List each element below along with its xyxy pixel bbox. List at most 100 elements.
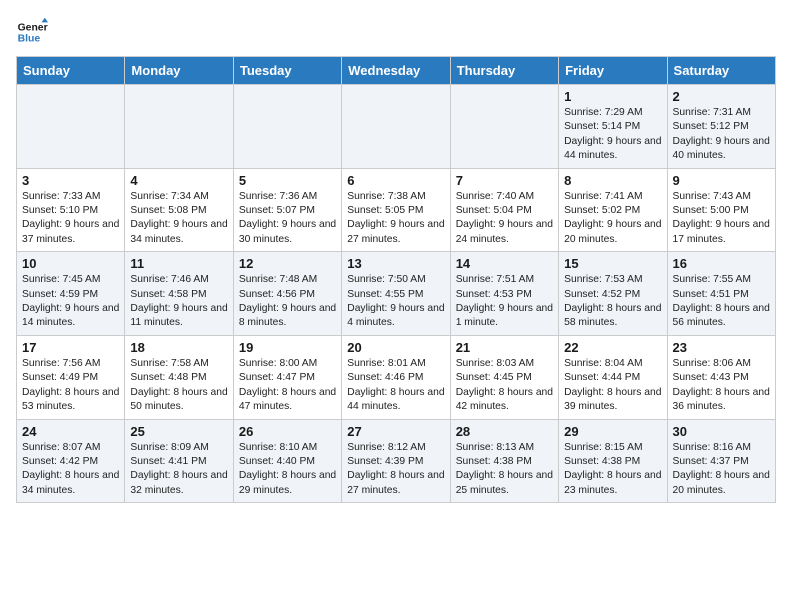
weekday-header: Wednesday	[342, 57, 450, 85]
day-number: 25	[130, 424, 227, 439]
day-number: 18	[130, 340, 227, 355]
calendar-day-cell: 8 Sunrise: 7:41 AM Sunset: 5:02 PM Daylig…	[559, 168, 667, 252]
day-number: 4	[130, 173, 227, 188]
day-info: Sunrise: 7:41 AM Sunset: 5:02 PM Dayligh…	[564, 190, 661, 248]
day-info: Sunrise: 8:09 AM Sunset: 4:41 PM Dayligh…	[130, 441, 227, 499]
calendar-day-cell: 3Sunrise: 7:33 AM Sunset: 5:10 PM Daylig…	[17, 168, 125, 252]
day-info: Sunrise: 7:31 AM Sunset: 5:12 PM Dayligh…	[673, 106, 770, 164]
calendar-week-row: 1 Sunrise: 7:29 AM Sunset: 5:14 PM Daylig…	[17, 85, 776, 169]
day-info: Sunrise: 8:06 AM Sunset: 4:43 PM Dayligh…	[673, 357, 770, 415]
day-number: 13	[347, 256, 444, 271]
day-info: Sunrise: 8:13 AM Sunset: 4:38 PM Dayligh…	[456, 441, 553, 499]
page-header: General Blue	[16, 16, 776, 48]
day-info: Sunrise: 8:04 AM Sunset: 4:44 PM Dayligh…	[564, 357, 661, 415]
day-number: 28	[456, 424, 553, 439]
calendar-day-cell: 28 Sunrise: 8:13 AM Sunset: 4:38 PM Dayli…	[450, 419, 558, 503]
logo-icon: General Blue	[16, 16, 48, 48]
day-info: Sunrise: 7:58 AM Sunset: 4:48 PM Dayligh…	[130, 357, 227, 415]
day-info: Sunrise: 7:43 AM Sunset: 5:00 PM Dayligh…	[673, 190, 770, 248]
calendar-day-cell: 30 Sunrise: 8:16 AM Sunset: 4:37 PM Dayli…	[667, 419, 775, 503]
day-number: 15	[564, 256, 661, 271]
day-number: 6	[347, 173, 444, 188]
day-number: 27	[347, 424, 444, 439]
day-number: 21	[456, 340, 553, 355]
weekday-header: Thursday	[450, 57, 558, 85]
day-number: 2	[673, 89, 770, 104]
calendar-day-cell: 21 Sunrise: 8:03 AM Sunset: 4:45 PM Dayli…	[450, 335, 558, 419]
day-info: Sunrise: 7:29 AM Sunset: 5:14 PM Dayligh…	[564, 106, 661, 164]
weekday-header: Friday	[559, 57, 667, 85]
calendar-day-cell: 5 Sunrise: 7:36 AM Sunset: 5:07 PM Daylig…	[233, 168, 341, 252]
day-number: 30	[673, 424, 770, 439]
calendar-day-cell: 20 Sunrise: 8:01 AM Sunset: 4:46 PM Dayli…	[342, 335, 450, 419]
day-number: 22	[564, 340, 661, 355]
calendar-day-cell: 2 Sunrise: 7:31 AM Sunset: 5:12 PM Daylig…	[667, 85, 775, 169]
day-number: 14	[456, 256, 553, 271]
day-info: Sunrise: 7:53 AM Sunset: 4:52 PM Dayligh…	[564, 273, 661, 331]
calendar-day-cell: 13 Sunrise: 7:50 AM Sunset: 4:55 PM Dayli…	[342, 252, 450, 336]
day-number: 29	[564, 424, 661, 439]
day-number: 9	[673, 173, 770, 188]
day-number: 5	[239, 173, 336, 188]
day-number: 8	[564, 173, 661, 188]
day-info: Sunrise: 7:50 AM Sunset: 4:55 PM Dayligh…	[347, 273, 444, 331]
calendar-day-cell	[450, 85, 558, 169]
calendar-week-row: 3Sunrise: 7:33 AM Sunset: 5:10 PM Daylig…	[17, 168, 776, 252]
day-info: Sunrise: 7:56 AM Sunset: 4:49 PM Dayligh…	[22, 357, 119, 415]
day-info: Sunrise: 8:10 AM Sunset: 4:40 PM Dayligh…	[239, 441, 336, 499]
day-info: Sunrise: 7:40 AM Sunset: 5:04 PM Dayligh…	[456, 190, 553, 248]
day-number: 24	[22, 424, 119, 439]
day-info: Sunrise: 7:55 AM Sunset: 4:51 PM Dayligh…	[673, 273, 770, 331]
weekday-header: Tuesday	[233, 57, 341, 85]
calendar-day-cell: 23 Sunrise: 8:06 AM Sunset: 4:43 PM Dayli…	[667, 335, 775, 419]
day-number: 12	[239, 256, 336, 271]
calendar-day-cell: 4 Sunrise: 7:34 AM Sunset: 5:08 PM Daylig…	[125, 168, 233, 252]
calendar-day-cell: 7 Sunrise: 7:40 AM Sunset: 5:04 PM Daylig…	[450, 168, 558, 252]
day-info: Sunrise: 7:48 AM Sunset: 4:56 PM Dayligh…	[239, 273, 336, 331]
calendar-day-cell	[17, 85, 125, 169]
svg-text:Blue: Blue	[18, 34, 41, 45]
day-number: 19	[239, 340, 336, 355]
day-number: 26	[239, 424, 336, 439]
calendar-header-row: SundayMondayTuesdayWednesdayThursdayFrid…	[17, 57, 776, 85]
calendar-day-cell: 25 Sunrise: 8:09 AM Sunset: 4:41 PM Dayli…	[125, 419, 233, 503]
calendar-day-cell: 12 Sunrise: 7:48 AM Sunset: 4:56 PM Dayli…	[233, 252, 341, 336]
logo: General Blue	[16, 16, 48, 48]
day-info: Sunrise: 7:36 AM Sunset: 5:07 PM Dayligh…	[239, 190, 336, 248]
calendar-day-cell	[233, 85, 341, 169]
day-number: 23	[673, 340, 770, 355]
calendar-day-cell: 14 Sunrise: 7:51 AM Sunset: 4:53 PM Dayli…	[450, 252, 558, 336]
day-info: Sunrise: 7:46 AM Sunset: 4:58 PM Dayligh…	[130, 273, 227, 331]
day-info: Sunrise: 8:03 AM Sunset: 4:45 PM Dayligh…	[456, 357, 553, 415]
day-info: Sunrise: 8:12 AM Sunset: 4:39 PM Dayligh…	[347, 441, 444, 499]
day-number: 20	[347, 340, 444, 355]
calendar-day-cell: 10 Sunrise: 7:45 AM Sunset: 4:59 PM Dayli…	[17, 252, 125, 336]
calendar-day-cell: 22 Sunrise: 8:04 AM Sunset: 4:44 PM Dayli…	[559, 335, 667, 419]
calendar-day-cell: 26 Sunrise: 8:10 AM Sunset: 4:40 PM Dayli…	[233, 419, 341, 503]
day-info: Sunrise: 7:34 AM Sunset: 5:08 PM Dayligh…	[130, 190, 227, 248]
calendar-day-cell: 24 Sunrise: 8:07 AM Sunset: 4:42 PM Dayli…	[17, 419, 125, 503]
weekday-header: Sunday	[17, 57, 125, 85]
calendar-day-cell: 9 Sunrise: 7:43 AM Sunset: 5:00 PM Daylig…	[667, 168, 775, 252]
day-number: 10	[22, 256, 119, 271]
day-info: Sunrise: 8:07 AM Sunset: 4:42 PM Dayligh…	[22, 441, 119, 499]
day-number: 1	[564, 89, 661, 104]
day-info: Sunrise: 8:01 AM Sunset: 4:46 PM Dayligh…	[347, 357, 444, 415]
day-number: 7	[456, 173, 553, 188]
weekday-header: Saturday	[667, 57, 775, 85]
day-number: 11	[130, 256, 227, 271]
day-info: Sunrise: 8:16 AM Sunset: 4:37 PM Dayligh…	[673, 441, 770, 499]
calendar-table: SundayMondayTuesdayWednesdayThursdayFrid…	[16, 56, 776, 503]
weekday-header: Monday	[125, 57, 233, 85]
day-info: Sunrise: 7:51 AM Sunset: 4:53 PM Dayligh…	[456, 273, 553, 331]
day-info: Sunrise: 8:15 AM Sunset: 4:38 PM Dayligh…	[564, 441, 661, 499]
day-number: 17	[22, 340, 119, 355]
day-number: 3	[22, 173, 119, 188]
day-info: Sunrise: 8:00 AM Sunset: 4:47 PM Dayligh…	[239, 357, 336, 415]
day-info: Sunrise: 7:45 AM Sunset: 4:59 PM Dayligh…	[22, 273, 119, 331]
day-number: 16	[673, 256, 770, 271]
calendar-week-row: 24 Sunrise: 8:07 AM Sunset: 4:42 PM Dayli…	[17, 419, 776, 503]
calendar-day-cell: 19 Sunrise: 8:00 AM Sunset: 4:47 PM Dayli…	[233, 335, 341, 419]
calendar-day-cell: 18 Sunrise: 7:58 AM Sunset: 4:48 PM Dayli…	[125, 335, 233, 419]
calendar-week-row: 17 Sunrise: 7:56 AM Sunset: 4:49 PM Dayli…	[17, 335, 776, 419]
